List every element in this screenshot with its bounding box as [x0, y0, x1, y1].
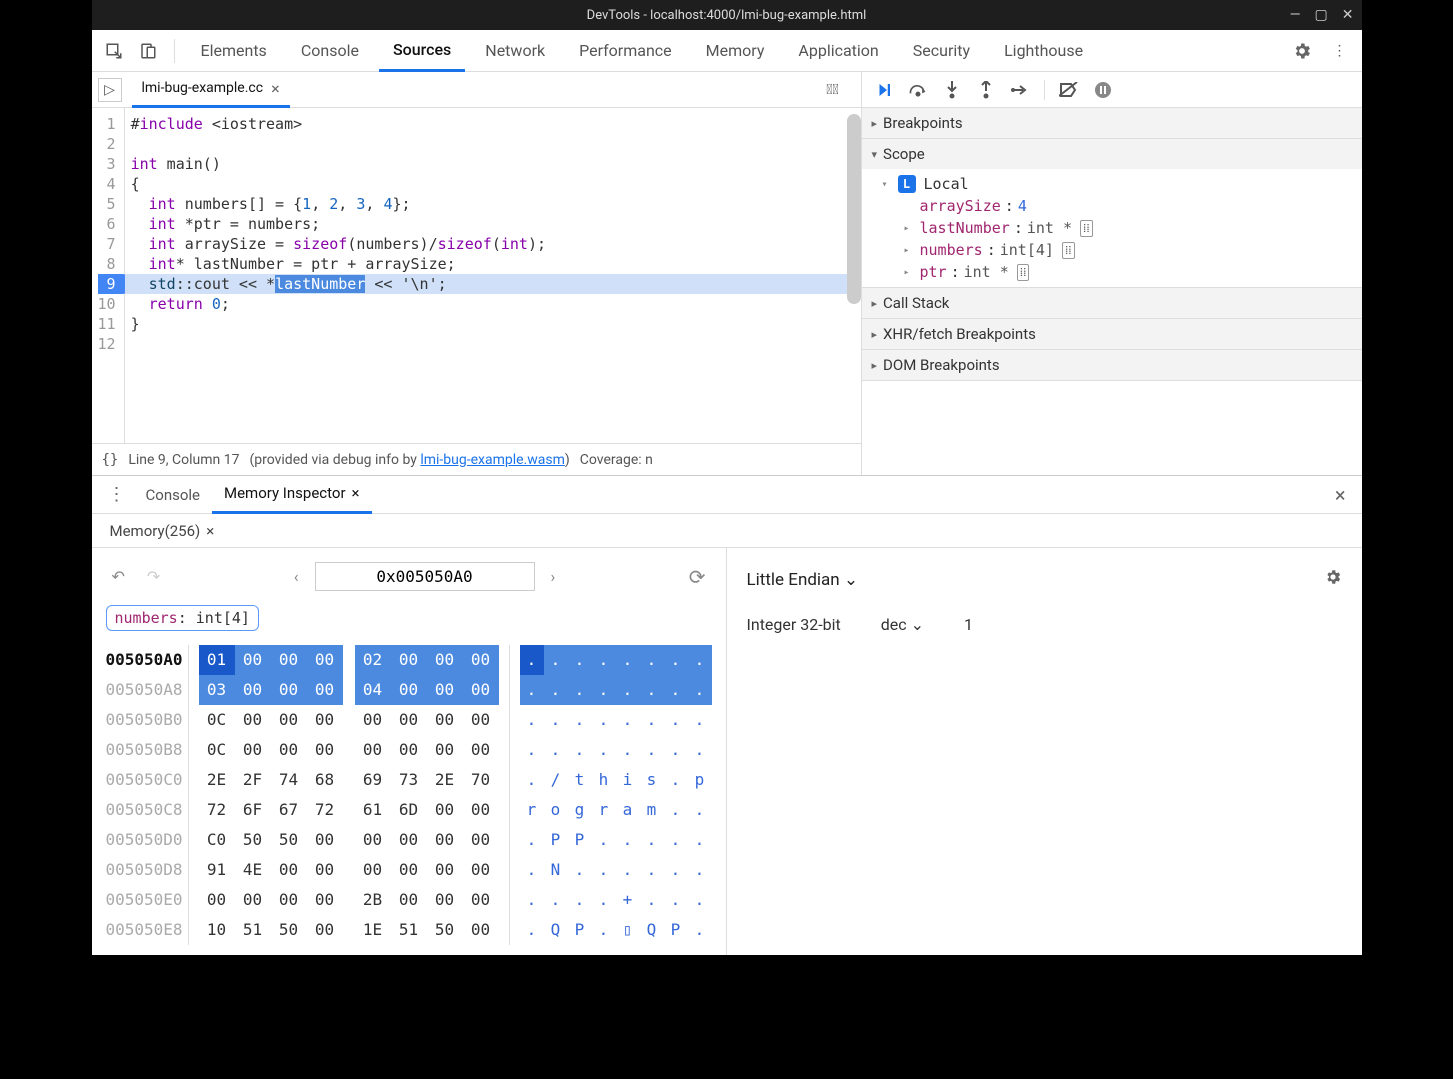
file-tabs: ▷ lmi-bug-example.cc × ▷⃞	[92, 72, 861, 108]
inspector-settings-icon[interactable]	[1324, 568, 1342, 591]
refresh-icon[interactable]: ⟳	[683, 563, 712, 591]
file-tab-name: lmi-bug-example.cc	[142, 80, 264, 96]
run-snippet-icon[interactable]: ▷⃞	[821, 78, 845, 102]
step-into-icon[interactable]	[942, 80, 962, 100]
scrollbar-thumb[interactable]	[847, 114, 861, 304]
resume-icon[interactable]	[874, 80, 894, 100]
history-back-icon[interactable]: ↶	[106, 565, 131, 588]
divider	[1044, 80, 1045, 100]
drawer-tab-console[interactable]: Console	[134, 476, 213, 514]
tab-application[interactable]: Application	[784, 30, 892, 72]
deactivate-breakpoints-icon[interactable]	[1059, 80, 1079, 100]
close-drawer-tab-icon[interactable]: ×	[352, 484, 360, 502]
main-tabs: Elements Console Sources Network Perform…	[92, 30, 1362, 72]
section-callstack[interactable]: ▸Call Stack	[862, 288, 1362, 318]
source-editor[interactable]: 123456789101112 #include <iostream>int m…	[92, 108, 861, 443]
scope-var-numbers[interactable]: ▸numbers: int[4]⁞⁞	[862, 239, 1362, 261]
value-display: 1	[964, 615, 973, 634]
page-next-icon[interactable]: ›	[545, 565, 562, 588]
wasm-link[interactable]: lmi-bug-example.wasm	[420, 452, 565, 468]
more-icon[interactable]: ⋮	[1326, 37, 1354, 65]
coverage-text: Coverage: n	[580, 452, 653, 468]
chevron-down-icon: ⌄	[911, 615, 924, 634]
tab-elements[interactable]: Elements	[187, 30, 281, 72]
endian-row: Little Endian ⌄	[747, 562, 1342, 597]
device-toggle-icon[interactable]	[134, 37, 162, 65]
step-over-icon[interactable]	[908, 80, 928, 100]
chevron-down-icon: ⌄	[844, 570, 858, 590]
object-chip[interactable]: numbers: int[4]	[106, 605, 259, 631]
pause-exceptions-icon[interactable]	[1093, 80, 1113, 100]
section-scope[interactable]: ▾Scope	[862, 139, 1362, 169]
cursor-position: Line 9, Column 17	[128, 452, 239, 468]
tab-network[interactable]: Network	[471, 30, 559, 72]
local-badge: L	[898, 175, 916, 193]
section-xhr[interactable]: ▸XHR/fetch Breakpoints	[862, 319, 1362, 349]
reveal-memory-icon[interactable]: ⁞⁞	[1062, 242, 1075, 259]
format-icon[interactable]: {}	[102, 452, 119, 468]
window-titlebar: DevTools - localhost:4000/lmi-bug-exampl…	[92, 0, 1362, 30]
tab-security[interactable]: Security	[899, 30, 984, 72]
format-select[interactable]: dec ⌄	[881, 615, 924, 634]
reveal-memory-icon[interactable]: ⁞⁞	[1017, 264, 1030, 281]
address-input[interactable]	[315, 562, 535, 591]
debug-toolbar	[862, 72, 1362, 108]
maximize-icon[interactable]: ▢	[1315, 7, 1328, 23]
memory-instance-tab[interactable]: Memory(256)×	[100, 522, 225, 540]
debugger-play-icon[interactable]: ▷	[98, 78, 122, 102]
hex-viewer[interactable]: 005050A00100000002000000........005050A8…	[106, 645, 712, 945]
scope-var-lastNumber[interactable]: ▸lastNumber: int *⁞⁞	[862, 217, 1362, 239]
tab-console[interactable]: Console	[287, 30, 373, 72]
gear-icon[interactable]	[1288, 37, 1316, 65]
tab-lighthouse[interactable]: Lighthouse	[990, 30, 1097, 72]
drawer-menu-icon[interactable]: ⋮	[100, 484, 134, 505]
tab-performance[interactable]: Performance	[565, 30, 686, 72]
section-dom[interactable]: ▸DOM Breakpoints	[862, 350, 1362, 380]
tab-sources[interactable]: Sources	[379, 30, 465, 72]
close-tab-icon[interactable]: ×	[271, 79, 280, 98]
minimize-icon[interactable]: —	[1290, 7, 1301, 23]
endian-select[interactable]: Little Endian ⌄	[747, 570, 859, 590]
scope-var-arraySize[interactable]: arraySize: 4	[862, 195, 1362, 217]
code-area[interactable]: #include <iostream>int main(){ int numbe…	[125, 108, 861, 443]
window-title: DevTools - localhost:4000/lmi-bug-exampl…	[587, 8, 867, 23]
scope-var-ptr[interactable]: ▸ptr: int *⁞⁞	[862, 261, 1362, 283]
reveal-memory-icon[interactable]: ⁞⁞	[1080, 220, 1093, 237]
file-tab[interactable]: lmi-bug-example.cc ×	[132, 72, 290, 108]
status-bar: {} Line 9, Column 17 (provided via debug…	[92, 443, 861, 475]
line-gutter: 123456789101112	[92, 108, 125, 443]
history-fwd-icon[interactable]: ↷	[141, 565, 166, 588]
divider	[174, 39, 175, 63]
tab-memory[interactable]: Memory	[692, 30, 779, 72]
value-type: Integer 32-bit	[747, 615, 841, 634]
drawer-tab-memory-inspector[interactable]: Memory Inspector×	[212, 476, 372, 514]
debug-provided: (provided via debug info by lmi-bug-exam…	[249, 452, 569, 468]
step-icon[interactable]	[1010, 80, 1030, 100]
scope-local[interactable]: ▾LLocal	[862, 173, 1362, 195]
debugger-sidebar: ▸Breakpoints ▾Scope ▾LLocal arraySize: 4…	[862, 72, 1362, 475]
drawer: ⋮ Console Memory Inspector× × Memory(256…	[92, 475, 1362, 955]
inspect-icon[interactable]	[100, 37, 128, 65]
page-prev-icon[interactable]: ‹	[288, 565, 305, 588]
close-icon[interactable]: ✕	[1342, 7, 1354, 23]
step-out-icon[interactable]	[976, 80, 996, 100]
close-drawer-icon[interactable]: ×	[1327, 483, 1354, 507]
section-breakpoints[interactable]: ▸Breakpoints	[862, 108, 1362, 138]
close-mem-tab-icon[interactable]: ×	[206, 522, 214, 540]
